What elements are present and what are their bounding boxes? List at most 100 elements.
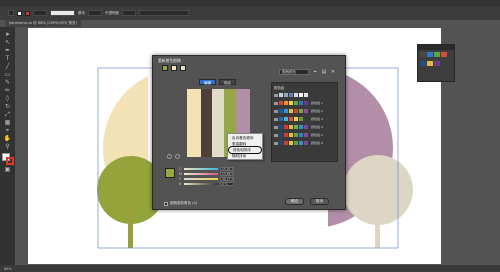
group-swatch[interactable] bbox=[284, 133, 288, 137]
stroke-weight-field[interactable] bbox=[33, 10, 47, 16]
color-group-row[interactable] bbox=[274, 91, 335, 99]
color-group-row[interactable]: 颜色组 4 bbox=[274, 123, 335, 131]
eyedropper-tool-icon[interactable]: ⌖ bbox=[3, 127, 13, 134]
color-group-row[interactable]: 颜色组 5 bbox=[274, 131, 335, 139]
color-group-name-field[interactable]: 图稿颜色 bbox=[279, 69, 309, 75]
group-swatch[interactable] bbox=[299, 101, 303, 105]
group-swatch[interactable] bbox=[304, 93, 308, 97]
slider-value[interactable]: 0 % bbox=[220, 181, 234, 186]
group-swatch[interactable] bbox=[294, 117, 298, 121]
group-swatch[interactable] bbox=[284, 141, 288, 145]
pencil-tool-icon[interactable]: ✏ bbox=[3, 87, 13, 94]
direct-select-icon[interactable]: ↖ bbox=[3, 39, 13, 46]
style-dropdown[interactable] bbox=[88, 10, 102, 16]
group-swatch[interactable] bbox=[289, 117, 293, 121]
rotate-tool-icon[interactable]: ↻ bbox=[3, 103, 13, 110]
delete-icon[interactable]: ✕ bbox=[330, 69, 336, 75]
color-group-row[interactable]: 颜色组 1 bbox=[274, 99, 335, 107]
stroke-swatch[interactable] bbox=[25, 10, 30, 16]
tab-edit[interactable]: 编辑 bbox=[199, 79, 216, 85]
group-swatch[interactable] bbox=[279, 125, 283, 129]
hand-tool-icon[interactable]: ✋ bbox=[3, 135, 13, 142]
group-swatch[interactable] bbox=[299, 93, 303, 97]
selection-tool-icon[interactable]: ➤ bbox=[3, 31, 13, 38]
swatch[interactable] bbox=[420, 52, 426, 57]
group-swatch[interactable] bbox=[304, 117, 308, 121]
active-color-swatch[interactable] bbox=[165, 168, 175, 178]
slider-track[interactable] bbox=[184, 182, 218, 185]
mini-swatch[interactable] bbox=[180, 65, 186, 71]
brush-tool-icon[interactable]: ✎ bbox=[3, 79, 13, 86]
group-swatch[interactable] bbox=[289, 93, 293, 97]
type-tool-icon[interactable]: T bbox=[3, 55, 13, 62]
document-tab[interactable]: jianbianya.ai @ 66% (CMYK/GPU 预览) bbox=[5, 20, 82, 27]
color-bar-brown[interactable] bbox=[201, 89, 212, 157]
group-swatch[interactable] bbox=[294, 133, 298, 137]
group-swatch[interactable] bbox=[294, 141, 298, 145]
rectangle-tool-icon[interactable]: ▭ bbox=[3, 71, 13, 78]
group-swatch[interactable] bbox=[279, 141, 283, 145]
color-group-row[interactable]: 颜色组 6 bbox=[274, 139, 335, 147]
group-swatch[interactable] bbox=[304, 101, 308, 105]
group-swatch[interactable] bbox=[284, 125, 288, 129]
screen-mode-icon[interactable]: ▣ bbox=[3, 166, 13, 173]
control-bar-tools[interactable] bbox=[139, 10, 189, 16]
group-swatch[interactable] bbox=[304, 133, 308, 137]
group-swatch[interactable] bbox=[289, 125, 293, 129]
group-swatch[interactable] bbox=[294, 109, 298, 113]
fill-stroke-indicator[interactable] bbox=[1, 153, 14, 165]
color-bar-cream[interactable] bbox=[187, 89, 201, 157]
group-swatch[interactable] bbox=[279, 117, 283, 121]
eraser-tool-icon[interactable]: ◊ bbox=[3, 95, 13, 102]
line-tool-icon[interactable]: ╱ bbox=[3, 63, 13, 70]
group-swatch[interactable] bbox=[284, 93, 288, 97]
group-swatch[interactable] bbox=[284, 117, 288, 121]
group-swatch[interactable] bbox=[279, 133, 283, 137]
brush-definition[interactable] bbox=[50, 10, 75, 16]
zoom-tool-icon[interactable]: ⚲ bbox=[3, 143, 13, 150]
opacity-field[interactable] bbox=[122, 10, 136, 16]
swatch[interactable] bbox=[434, 61, 440, 66]
scale-tool-icon[interactable]: ⤢ bbox=[3, 111, 13, 118]
mini-swatch[interactable] bbox=[171, 65, 177, 71]
slider-value[interactable]: 13.66 % bbox=[220, 171, 234, 176]
pen-tool-icon[interactable]: ✒ bbox=[3, 47, 13, 54]
group-swatch[interactable] bbox=[289, 109, 293, 113]
group-swatch[interactable] bbox=[294, 101, 298, 105]
new-group-icon[interactable]: ▤ bbox=[321, 69, 327, 75]
harmony-icon[interactable] bbox=[175, 154, 180, 159]
group-swatch[interactable] bbox=[284, 109, 288, 113]
group-swatch[interactable] bbox=[289, 101, 293, 105]
group-swatch[interactable] bbox=[279, 93, 283, 97]
group-swatch[interactable] bbox=[284, 101, 288, 105]
eyedropper-icon[interactable]: ⌖ bbox=[312, 69, 318, 75]
slider-track[interactable] bbox=[184, 172, 218, 175]
swatch[interactable] bbox=[427, 61, 433, 66]
group-swatch[interactable] bbox=[294, 125, 298, 129]
color-bar-beige[interactable] bbox=[212, 89, 224, 157]
group-swatch[interactable] bbox=[299, 125, 303, 129]
group-swatch[interactable] bbox=[299, 141, 303, 145]
slider-track[interactable] bbox=[184, 167, 218, 170]
group-swatch[interactable] bbox=[304, 125, 308, 129]
group-swatch[interactable] bbox=[289, 141, 293, 145]
slider-value[interactable]: 39.77 % bbox=[220, 176, 234, 181]
group-swatch[interactable] bbox=[299, 109, 303, 113]
swatch[interactable] bbox=[441, 52, 447, 57]
color-group-row[interactable]: 颜色组 2 bbox=[274, 107, 335, 115]
group-swatch[interactable] bbox=[279, 101, 283, 105]
group-swatch[interactable] bbox=[299, 133, 303, 137]
menu-item-random-order[interactable]: 随机排序 bbox=[228, 153, 262, 159]
swatch[interactable] bbox=[434, 52, 440, 57]
ok-button[interactable]: 确定 bbox=[285, 198, 304, 205]
fill-swatch[interactable] bbox=[17, 10, 22, 16]
swatch[interactable] bbox=[427, 52, 433, 57]
stroke-box[interactable] bbox=[5, 157, 14, 165]
cancel-button[interactable]: 取消 bbox=[310, 198, 329, 205]
slider-value[interactable]: 15.91 % bbox=[220, 166, 234, 171]
zoom-level[interactable]: 66% bbox=[4, 267, 12, 271]
path-dropdown[interactable] bbox=[8, 10, 14, 16]
group-swatch[interactable] bbox=[279, 109, 283, 113]
color-group-row[interactable]: 颜色组 3 bbox=[274, 115, 335, 123]
limit-color-icon[interactable] bbox=[167, 154, 172, 159]
